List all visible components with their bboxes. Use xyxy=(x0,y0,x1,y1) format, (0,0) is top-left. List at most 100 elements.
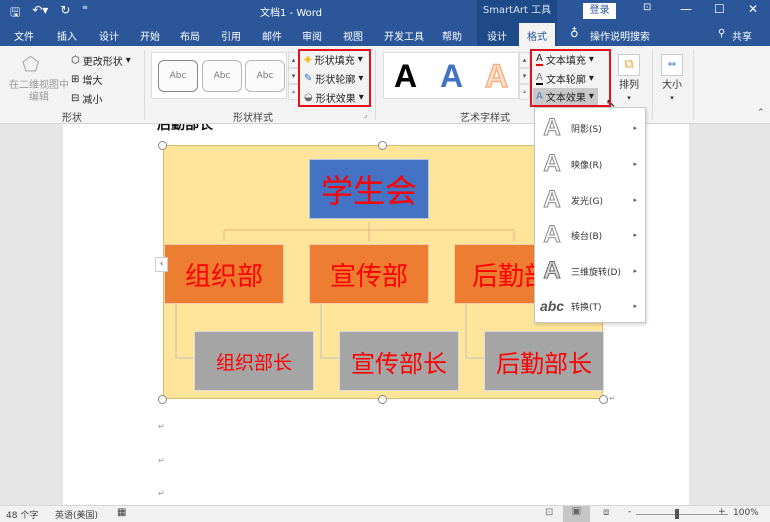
tab-insert[interactable]: 插入 xyxy=(57,28,77,43)
node-department[interactable]: 组织部 xyxy=(164,244,284,304)
wordart-styles-gallery: A A A xyxy=(383,52,519,99)
change-shape-label: 更改形状 xyxy=(82,57,123,68)
shape-styles-gallery: Abc Abc Abc xyxy=(151,52,287,99)
wordart-style-orange[interactable]: A xyxy=(484,57,509,95)
node-head[interactable]: 宣传部长 xyxy=(339,331,459,391)
tab-references[interactable]: 引用 xyxy=(221,28,241,43)
size-button[interactable]: 大小 ▾ xyxy=(659,80,685,104)
wordart-style-glyph: A xyxy=(440,58,464,94)
submenu-arrow-icon: ▸ xyxy=(633,160,637,168)
tab-format[interactable]: 格式 xyxy=(519,23,555,46)
wordart-style-black[interactable]: A xyxy=(394,58,417,95)
web-layout-icon[interactable]: ⧈ xyxy=(603,507,609,518)
quick-access-toolbar: 🖫 ↶▾ ↻ ⩧ xyxy=(10,3,88,24)
glow-a-icon: A xyxy=(543,186,561,214)
submenu-arrow-icon: ▸ xyxy=(633,267,637,275)
word-count[interactable]: 48 个字 xyxy=(6,508,38,521)
node-head[interactable]: 后勤部长 xyxy=(484,331,604,391)
zoom-slider-track[interactable] xyxy=(636,514,728,515)
tab-layout[interactable]: 布局 xyxy=(180,28,200,43)
text-pane-toggle[interactable]: ‹ xyxy=(155,257,168,272)
menu-item-bevel[interactable]: A 棱台(B) ▸ xyxy=(535,217,645,253)
paragraph-mark: ↵ xyxy=(158,422,165,431)
change-shape-icon: ⬡ xyxy=(71,55,80,66)
smaller-button[interactable]: ⊟ 减小 xyxy=(71,91,102,106)
resize-handle[interactable] xyxy=(158,395,167,404)
language-indicator[interactable]: 英语(美国) xyxy=(55,508,98,521)
shape-style-3[interactable]: Abc xyxy=(245,60,285,92)
dialog-launcher-icon[interactable]: ⌟ xyxy=(364,111,367,119)
minimize-button[interactable]: — xyxy=(680,2,692,16)
ribbon: ⬠ 在二维视图中 编辑 ⬡ 更改形状 ▾ ⊞ 增大 ⊟ 减小 形状 Abc Abc Ab… xyxy=(0,46,770,124)
tab-smartart-design[interactable]: 设计 xyxy=(487,28,507,43)
menu-item-transform[interactable]: abc 转换(T) ▸ xyxy=(535,288,645,324)
tab-review[interactable]: 审阅 xyxy=(302,28,322,43)
wordart-style-glyph: A xyxy=(394,58,418,94)
change-shape-button[interactable]: ⬡ 更改形状 ▾ xyxy=(71,53,131,68)
3d-rotation-a-icon: A xyxy=(543,257,561,285)
save-icon[interactable]: 🖫 xyxy=(10,3,20,24)
zoom-out-button[interactable]: - xyxy=(628,507,631,517)
wordart-style-glyph: A xyxy=(484,57,509,95)
redo-icon[interactable]: ↻ xyxy=(60,3,70,24)
tab-developer[interactable]: 开发工具 xyxy=(384,28,424,43)
transform-abc-icon: abc xyxy=(539,298,565,314)
resize-handle[interactable] xyxy=(599,395,608,404)
edit-in-2d-line1: 在二维视图中 xyxy=(9,80,69,91)
larger-button[interactable]: ⊞ 增大 xyxy=(71,72,102,87)
shape-style-1[interactable]: Abc xyxy=(158,60,198,92)
submenu-arrow-icon: ▸ xyxy=(633,231,637,239)
customize-icon[interactable]: ⩧ xyxy=(82,3,87,24)
wordart-more[interactable]: ⩡ xyxy=(519,84,530,100)
shape-style-2[interactable]: Abc xyxy=(202,60,242,92)
status-bar: 48 个字 英语(美国) ▦ ⊡ ▣ ⧈ - + 100% xyxy=(0,505,770,522)
wordart-style-blue[interactable]: A xyxy=(440,58,463,95)
resize-handle[interactable] xyxy=(158,141,167,150)
menu-item-3d-rotation[interactable]: A 三维旋转(D) ▸ xyxy=(535,253,645,289)
menu-item-shadow[interactable]: A 阴影(S) ▸ xyxy=(535,110,645,146)
node-head[interactable]: 组织部长 xyxy=(194,331,314,391)
menu-item-label: 转换(T) xyxy=(571,302,602,313)
share-icon[interactable]: ⚲ xyxy=(718,28,725,39)
edit-in-2d-icon: ⬠ xyxy=(22,52,40,76)
collapse-ribbon-icon[interactable]: ⌃ xyxy=(757,108,765,118)
read-mode-icon[interactable]: ⊡ xyxy=(545,507,553,518)
print-layout-icon[interactable]: ▣ xyxy=(563,506,590,522)
tell-me-search[interactable]: 操作说明搜索 xyxy=(590,28,650,43)
wordart-scroll-up[interactable]: ▴ xyxy=(519,52,530,68)
node-top[interactable]: 学生会 xyxy=(309,159,429,219)
edit-in-2d-button[interactable]: 在二维视图中 编辑 xyxy=(8,80,70,104)
tab-design[interactable]: 设计 xyxy=(99,28,119,43)
node-department[interactable]: 宣传部 xyxy=(309,244,429,304)
tab-help[interactable]: 帮助 xyxy=(442,28,462,43)
menu-item-glow[interactable]: A 发光(G) ▸ xyxy=(535,182,645,218)
share-button[interactable]: 共享 xyxy=(732,28,752,43)
maximize-button[interactable]: ☐ xyxy=(714,2,725,16)
zoom-slider-thumb[interactable] xyxy=(675,509,679,519)
group-separator xyxy=(375,50,376,120)
zoom-in-button[interactable]: + xyxy=(718,507,726,517)
undo-icon[interactable]: ↶▾ xyxy=(32,3,48,24)
macro-record-icon[interactable]: ▦ xyxy=(117,507,126,518)
title-bar: 🖫 ↶▾ ↻ ⩧ 文档1 - Word SmartArt 工具 登录 ⊡ — ☐… xyxy=(0,0,770,23)
menu-item-label: 阴影(S) xyxy=(571,124,602,135)
menu-item-reflection[interactable]: A 映像(R) ▸ xyxy=(535,146,645,182)
tab-home[interactable]: 开始 xyxy=(140,28,160,43)
resize-handle[interactable] xyxy=(378,141,387,150)
shape-styles-group-label: 形状样式 xyxy=(233,113,273,124)
larger-icon: ⊞ xyxy=(71,74,80,85)
tab-view[interactable]: 视图 xyxy=(343,28,363,43)
ribbon-display-options-icon[interactable]: ⊡ xyxy=(643,2,651,13)
dropdown-arrow-icon: ▾ xyxy=(627,94,631,102)
zoom-level[interactable]: 100% xyxy=(733,508,759,518)
arrange-button[interactable]: 排列 ▾ xyxy=(616,80,642,104)
login-button[interactable]: 登录 xyxy=(583,3,616,19)
wordart-scroll-down[interactable]: ▾ xyxy=(519,68,530,84)
tab-mailings[interactable]: 邮件 xyxy=(262,28,282,43)
resize-handle[interactable] xyxy=(378,395,387,404)
tab-file[interactable]: 文件 xyxy=(14,28,34,43)
bevel-a-icon: A xyxy=(543,221,561,249)
wordart-styles-group-label: 艺术字样式 xyxy=(460,113,510,124)
menu-item-label: 三维旋转(D) xyxy=(571,267,621,278)
close-button[interactable]: ✕ xyxy=(748,2,758,16)
